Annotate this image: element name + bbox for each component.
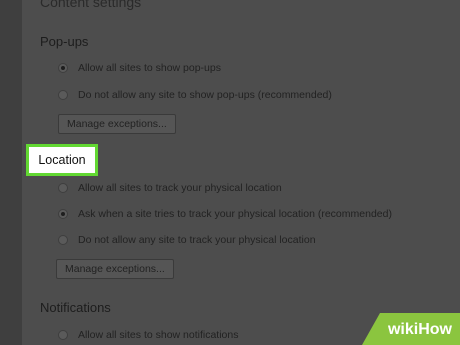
page-title: Content settings <box>40 0 142 10</box>
left-sidebar-edge <box>0 0 22 345</box>
radio-button[interactable] <box>58 235 68 245</box>
location-block-option[interactable]: Do not allow any site to track your phys… <box>58 233 316 247</box>
logo-wiki: wiki <box>387 321 419 338</box>
radio-button[interactable] <box>58 330 68 340</box>
section-title-popups: Pop-ups <box>40 34 89 49</box>
option-label: Do not allow any site to track your phys… <box>78 234 316 246</box>
location-ask-option[interactable]: Ask when a site tries to track your phys… <box>58 207 392 221</box>
option-label: Allow all sites to show notifications <box>78 329 239 341</box>
option-label: Allow all sites to show pop-ups <box>78 62 221 74</box>
option-label: Allow all sites to track your physical l… <box>78 182 282 194</box>
location-manage-exceptions-button[interactable]: Manage exceptions... <box>56 259 174 279</box>
wikihow-logo-text: wikiHow <box>388 321 452 339</box>
section-title-notifications: Notifications <box>40 300 111 315</box>
radio-button-checked[interactable] <box>58 63 68 73</box>
section-title-location-highlighted: Location <box>26 144 98 176</box>
popups-block-option[interactable]: Do not allow any site to show pop-ups (r… <box>58 88 332 102</box>
radio-button[interactable] <box>58 183 68 193</box>
logo-how: How <box>418 321 452 338</box>
radio-button-checked[interactable] <box>58 209 68 219</box>
popups-manage-exceptions-button[interactable]: Manage exceptions... <box>58 114 176 134</box>
location-allow-option[interactable]: Allow all sites to track your physical l… <box>58 181 282 195</box>
option-label: Ask when a site tries to track your phys… <box>78 208 392 220</box>
notifications-allow-option[interactable]: Allow all sites to show notifications <box>58 328 239 342</box>
radio-button[interactable] <box>58 90 68 100</box>
option-label: Do not allow any site to show pop-ups (r… <box>78 89 332 101</box>
location-title-text: Location <box>38 153 86 167</box>
popups-allow-option[interactable]: Allow all sites to show pop-ups <box>58 61 221 75</box>
wikihow-watermark: wikiHow <box>362 313 460 345</box>
